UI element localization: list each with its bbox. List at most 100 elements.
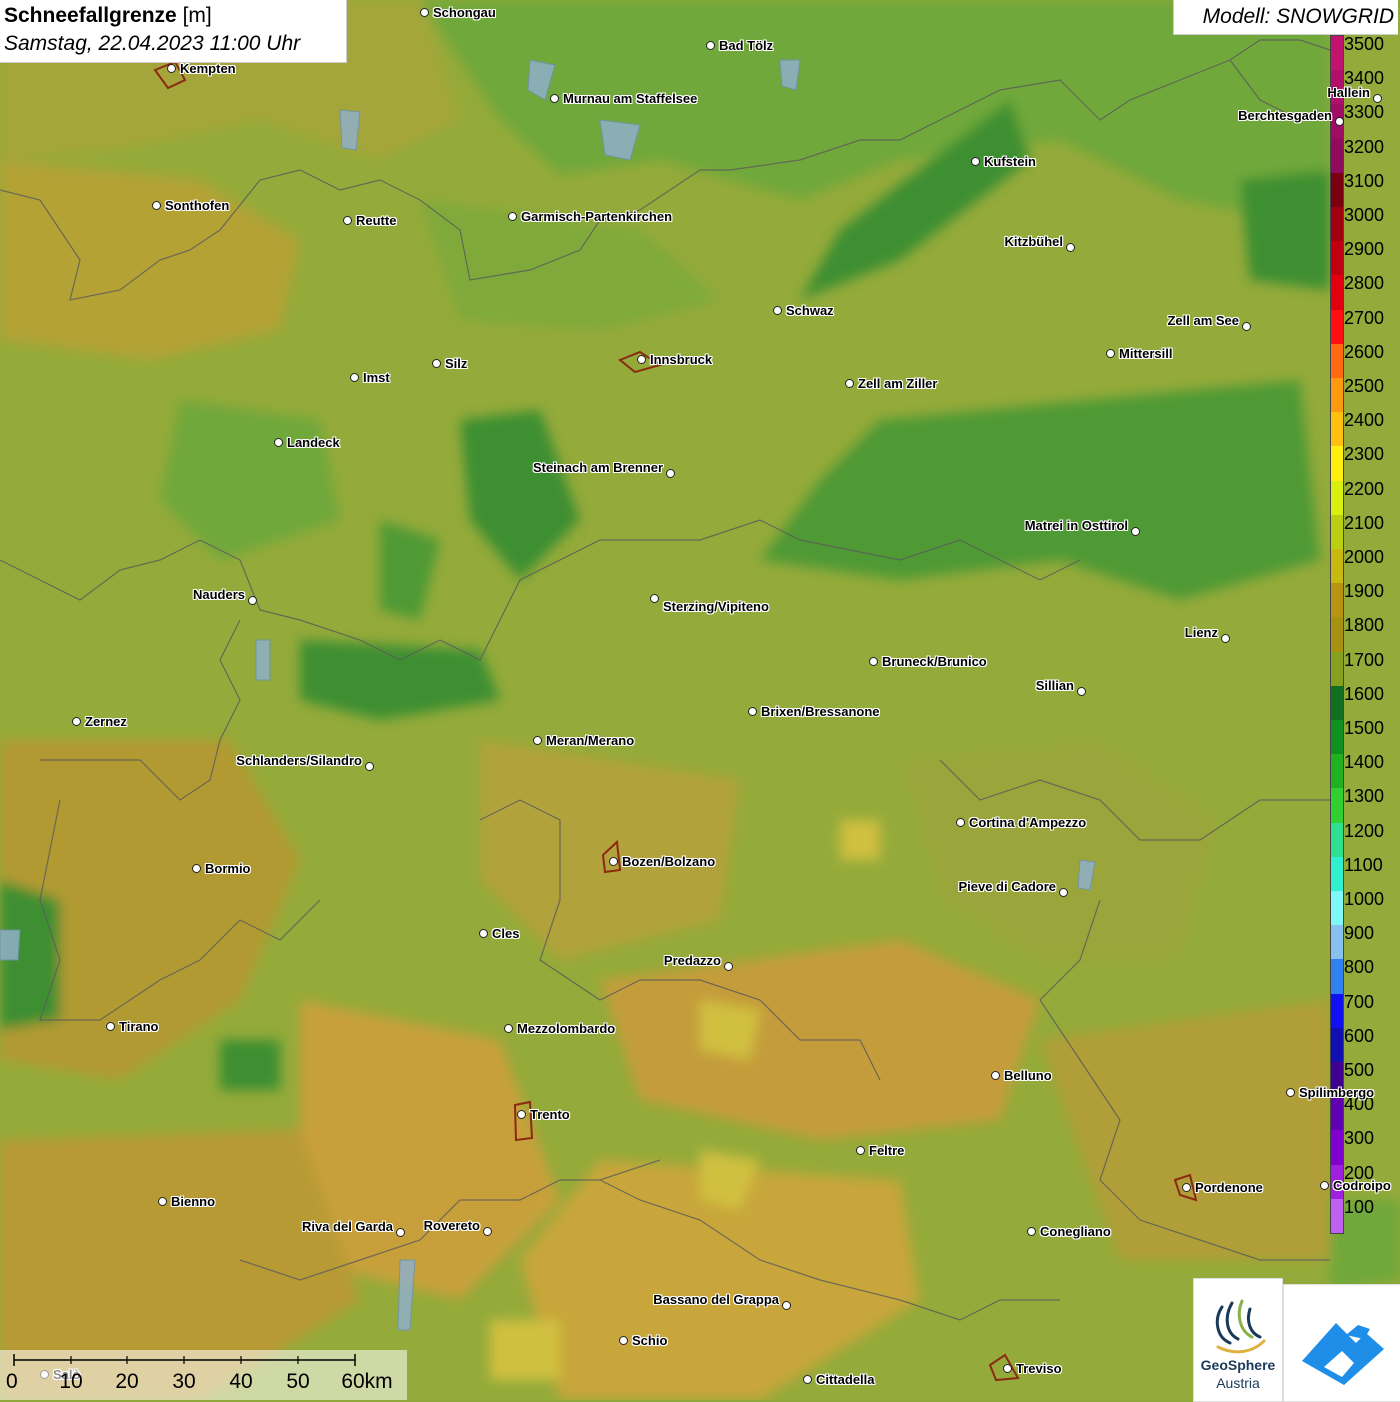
city-marker-dot: [508, 212, 517, 221]
city-marker-dot: [479, 929, 488, 938]
city-label: Landeck: [287, 435, 340, 450]
geosphere-logo[interactable]: GeoSphere Austria: [1193, 1278, 1283, 1402]
city-label: Feltre: [869, 1143, 905, 1158]
legend-swatch: [1331, 36, 1343, 71]
legend-label: 1300: [1344, 786, 1385, 807]
legend-label: 700: [1344, 991, 1375, 1012]
city-marker-dot: [803, 1375, 812, 1384]
city-marker-dot: [1221, 634, 1230, 643]
city-label: Kempten: [180, 61, 236, 76]
app-logo[interactable]: [1283, 1284, 1400, 1402]
legend-label: 900: [1344, 923, 1375, 944]
city-label: Nauders: [192, 587, 245, 602]
city-marker-dot: [650, 594, 659, 603]
city-marker-dot: [1106, 349, 1115, 358]
legend-label: 2600: [1344, 341, 1385, 362]
city-marker-dot: [856, 1146, 865, 1155]
city-label: Bad Tölz: [719, 38, 774, 53]
city-marker-dot: [106, 1022, 115, 1031]
city-marker-dot: [192, 864, 201, 873]
city-marker-dot: [152, 201, 161, 210]
city-marker-dot: [343, 216, 352, 225]
legend-label: 2000: [1344, 547, 1385, 567]
city-marker-dot: [1059, 888, 1068, 897]
city-label: Innsbruck: [650, 352, 713, 367]
app-mountain-icon: [1302, 1323, 1384, 1385]
city-label: Tirano: [119, 1019, 159, 1034]
city-label: Garmisch-Partenkirchen: [521, 209, 673, 224]
city-marker-dot: [72, 717, 81, 726]
city-label: Cles: [492, 926, 520, 941]
city-marker-dot: [1077, 687, 1086, 696]
legend-label: 300: [1344, 1128, 1375, 1149]
legend-label: 800: [1344, 957, 1375, 978]
legend-swatch: [1331, 925, 1343, 960]
city-marker-dot: [167, 64, 176, 73]
map-title: Schneefallgrenze [m]: [4, 4, 212, 27]
city-label: Bruneck/Brunico: [882, 654, 987, 669]
city-label: Mezzolombardo: [517, 1021, 616, 1036]
legend-label: 1100: [1344, 854, 1383, 875]
city-marker-dot: [550, 94, 559, 103]
legend-label: 3500: [1344, 34, 1385, 54]
legend-label: 2700: [1344, 307, 1385, 328]
city-label: Bozen/Bolzano: [622, 854, 716, 869]
city-marker-dot: [350, 373, 359, 382]
city-marker-dot: [773, 306, 782, 315]
city-label: Hallein: [1327, 85, 1370, 100]
city-marker-dot: [483, 1227, 492, 1236]
legend-swatch: [1331, 309, 1343, 345]
city-label: Codroipo: [1333, 1178, 1391, 1193]
city-label: Schio: [632, 1333, 668, 1348]
legend-swatch: [1331, 685, 1343, 721]
model-label-box: Modell: SNOWGRID: [1173, 0, 1398, 35]
city-marker-dot: [274, 438, 283, 447]
city-marker-dot: [432, 359, 441, 368]
legend-swatch: [1331, 514, 1343, 550]
city-label: Sonthofen: [165, 198, 230, 213]
geosphere-country: Austria: [1216, 1375, 1260, 1391]
city-label: Spilimbergo: [1299, 1085, 1375, 1100]
legend-swatch: [1331, 959, 1343, 995]
legend-swatch: [1331, 1096, 1343, 1131]
legend-label: 3300: [1344, 102, 1385, 123]
city-marker-dot: [1335, 117, 1344, 126]
legend-swatch: [1331, 651, 1343, 687]
city-marker-dot: [533, 736, 542, 745]
legend-swatch: [1331, 1130, 1343, 1166]
city-label: Murnau am Staffelsee: [563, 91, 698, 106]
legend-label: 600: [1344, 1025, 1375, 1046]
legend-label: 3200: [1344, 136, 1385, 157]
legend-label: 3100: [1344, 170, 1385, 191]
geosphere-mark-icon: [1215, 1299, 1266, 1354]
legend-label: 500: [1344, 1060, 1375, 1080]
city-marker-dot: [845, 379, 854, 388]
legend-label: 1000: [1344, 889, 1385, 909]
city-marker-dot: [420, 8, 429, 17]
city-marker-dot: [248, 596, 257, 605]
city-marker-dot: [1027, 1227, 1036, 1236]
legend-swatch: [1331, 822, 1343, 858]
city-marker-dot: [1182, 1183, 1191, 1192]
city-marker-dot: [1003, 1364, 1012, 1373]
city-marker-dot: [365, 762, 374, 771]
legend-swatch: [1331, 720, 1343, 755]
city-label: Mittersill: [1119, 346, 1173, 361]
city-marker-dot: [782, 1301, 791, 1310]
legend-swatch: [1331, 993, 1343, 1029]
legend-swatch: [1331, 412, 1343, 447]
city-label: Belluno: [1004, 1068, 1052, 1083]
city-label: Meran/Merano: [546, 733, 635, 748]
city-marker-dot: [619, 1336, 628, 1345]
city-marker-dot: [158, 1197, 167, 1206]
city-marker-dot: [637, 355, 646, 364]
city-marker-dot: [956, 818, 965, 827]
legend-swatch: [1331, 1198, 1343, 1234]
city-marker-dot: [396, 1228, 405, 1237]
city-marker-dot: [971, 157, 980, 166]
legend-label: 1200: [1344, 820, 1385, 841]
legend-swatch: [1331, 446, 1343, 482]
legend-swatch: [1331, 617, 1343, 653]
city-label: Sterzing/Vipiteno: [663, 599, 769, 614]
scale-label: 30: [172, 1370, 196, 1393]
